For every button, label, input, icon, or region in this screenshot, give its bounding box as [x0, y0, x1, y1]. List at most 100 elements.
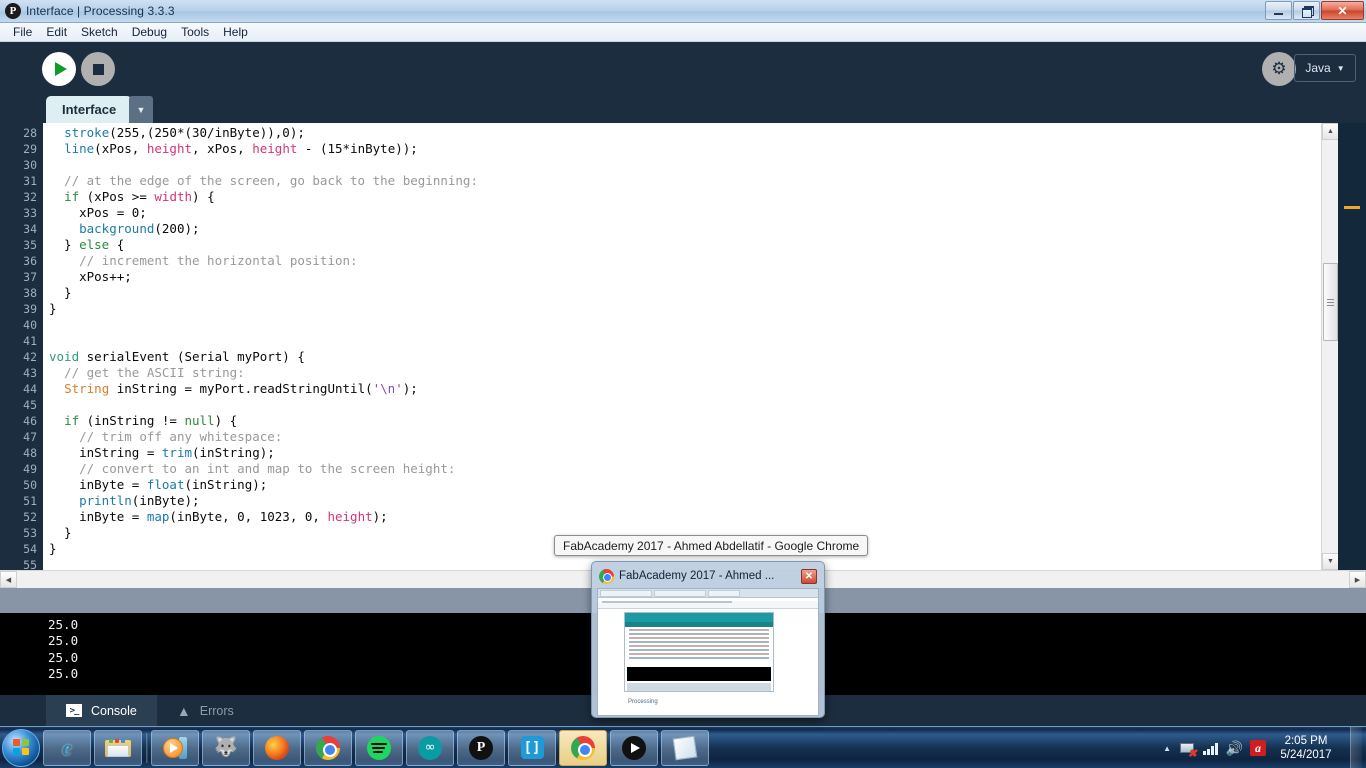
- signal-strength-icon[interactable]: [1202, 742, 1219, 755]
- volume-icon[interactable]: 🔊: [1226, 740, 1243, 757]
- taskbar-item-gimp[interactable]: 🐺: [202, 729, 250, 766]
- sketch-tab-label: Interface: [62, 102, 117, 117]
- menu-edit[interactable]: Edit: [39, 24, 74, 40]
- chrome-icon: [599, 568, 614, 584]
- mode-selector[interactable]: Java ▼: [1294, 54, 1356, 82]
- network-icon[interactable]: ✖: [1178, 740, 1197, 759]
- stop-button[interactable]: [81, 52, 115, 86]
- clock-time: 2:05 PM: [1284, 735, 1328, 747]
- editor-marker-strip[interactable]: [1338, 123, 1366, 570]
- debugger-icon: ⚙: [1271, 59, 1287, 79]
- close-button[interactable]: ✕: [1321, 1, 1364, 20]
- taskbar-item-notepad[interactable]: [661, 729, 709, 766]
- tray-overflow-icon[interactable]: ▲: [1163, 744, 1171, 753]
- avira-icon[interactable]: a: [1250, 740, 1266, 756]
- sketch-tab-interface[interactable]: Interface: [46, 96, 133, 123]
- taskbar-item-spotify[interactable]: [355, 729, 403, 766]
- taskbar-tooltip-text: FabAcademy 2017 - Ahmed Abdellatif - Goo…: [563, 538, 860, 553]
- debugger-button[interactable]: ⚙: [1262, 52, 1296, 86]
- mini-browser-page: Processing: [598, 609, 818, 715]
- code-token: float: [146, 477, 185, 492]
- taskbar-item-windows-media-player[interactable]: [151, 729, 199, 766]
- mini-embedded-screenshot: [624, 612, 774, 692]
- warning-marker-icon[interactable]: [1344, 206, 1360, 209]
- menu-help[interactable]: Help: [216, 24, 255, 40]
- menu-debug[interactable]: Debug: [125, 24, 174, 40]
- code-line[interactable]: xPos = 0;: [43, 205, 1338, 221]
- code-line[interactable]: // trim off any whitespace:: [43, 429, 1338, 445]
- vertical-scroll-thumb[interactable]: [1323, 263, 1338, 341]
- code-line[interactable]: void serialEvent (Serial myPort) {: [43, 349, 1338, 365]
- taskbar-thumbnail-preview[interactable]: FabAcademy 2017 - Ahmed ... ✕ Processing: [591, 561, 825, 718]
- code-line[interactable]: [43, 333, 1338, 349]
- taskbar-item-processing-sketch[interactable]: [610, 729, 658, 766]
- desktop-screen: P Interface | Processing 3.3.3 ✕ File Ed…: [0, 0, 1366, 768]
- code-line[interactable]: [43, 317, 1338, 333]
- tab-menu-button[interactable]: ▼: [129, 96, 153, 123]
- code-line[interactable]: [43, 397, 1338, 413]
- code-line[interactable]: line(xPos, height, xPos, height - (15*in…: [43, 141, 1338, 157]
- code-line[interactable]: xPos++;: [43, 269, 1338, 285]
- code-line[interactable]: }: [43, 301, 1338, 317]
- scroll-right-arrow-icon[interactable]: ▶: [1349, 571, 1366, 588]
- code-token: (inString);: [192, 445, 275, 460]
- code-line[interactable]: // convert to an int and map to the scre…: [43, 461, 1338, 477]
- line-number: 35: [23, 238, 37, 252]
- window-titlebar: P Interface | Processing 3.3.3 ✕: [0, 0, 1366, 23]
- code-line[interactable]: // at the edge of the screen, go back to…: [43, 173, 1338, 189]
- code-token: void: [49, 349, 80, 364]
- run-button[interactable]: [42, 52, 76, 86]
- scroll-down-arrow-icon[interactable]: ▼: [1322, 553, 1339, 570]
- code-line[interactable]: [43, 157, 1338, 173]
- code-token: }: [49, 285, 72, 300]
- taskbar-item-firefox[interactable]: [253, 729, 301, 766]
- taskbar-item-file-explorer[interactable]: [94, 729, 142, 766]
- taskbar-item-processing[interactable]: P: [457, 729, 505, 766]
- code-line[interactable]: if (inString != null) {: [43, 413, 1338, 429]
- minimize-button[interactable]: [1265, 1, 1292, 20]
- menu-tools[interactable]: Tools: [174, 24, 216, 40]
- tab-errors[interactable]: ▲ Errors: [157, 695, 254, 726]
- editor-vertical-scrollbar[interactable]: ▲ ▼: [1321, 123, 1339, 570]
- code-token: width: [154, 189, 193, 204]
- code-line[interactable]: inString = trim(inString);: [43, 445, 1338, 461]
- code-line[interactable]: inByte = map(inByte, 0, 1023, 0, height)…: [43, 509, 1338, 525]
- menu-file[interactable]: File: [6, 24, 39, 40]
- code-line[interactable]: } else {: [43, 237, 1338, 253]
- code-token: , xPos,: [192, 141, 253, 156]
- code-line[interactable]: }: [43, 285, 1338, 301]
- taskbar-item-brackets[interactable]: []: [508, 729, 556, 766]
- thumbnail-body[interactable]: Processing: [597, 588, 819, 716]
- taskbar-item-internet-explorer[interactable]: e: [43, 729, 91, 766]
- line-number: 52: [23, 510, 37, 524]
- scroll-up-arrow-icon[interactable]: ▲: [1322, 123, 1339, 140]
- tab-console[interactable]: >_ Console: [46, 695, 157, 726]
- line-number: 54: [23, 542, 37, 556]
- code-line[interactable]: println(inByte);: [43, 493, 1338, 509]
- line-number: 49: [23, 462, 37, 476]
- show-desktop-button[interactable]: [1350, 727, 1362, 768]
- code-text-area[interactable]: stroke(255,(250*(30/inByte)),0); line(xP…: [43, 123, 1338, 570]
- code-line[interactable]: background(200);: [43, 221, 1338, 237]
- code-line[interactable]: // increment the horizontal position:: [43, 253, 1338, 269]
- code-line[interactable]: // get the ASCII string:: [43, 365, 1338, 381]
- restore-button[interactable]: [1293, 1, 1320, 20]
- start-button[interactable]: [2, 728, 40, 767]
- thumbnail-close-button[interactable]: ✕: [801, 568, 817, 584]
- menu-sketch[interactable]: Sketch: [74, 24, 125, 40]
- taskbar-item-chrome[interactable]: [304, 729, 352, 766]
- line-number: 43: [23, 366, 37, 380]
- mini-browser-tabbar: [598, 589, 818, 598]
- code-editor[interactable]: 28 29 30 31 32 33 34 35 36 37 38 39 40 41 42 43 44 45 46 47…: [0, 123, 1366, 572]
- code-line[interactable]: inByte = float(inString);: [43, 477, 1338, 493]
- code-line[interactable]: if (xPos >= width) {: [43, 189, 1338, 205]
- code-line[interactable]: String inString = myPort.readStringUntil…: [43, 381, 1338, 397]
- taskbar-item-chrome-window[interactable]: [559, 729, 607, 766]
- code-token: (xPos,: [94, 141, 147, 156]
- clock[interactable]: 2:05 PM 5/24/2017: [1273, 734, 1339, 762]
- code-line[interactable]: stroke(255,(250*(30/inByte)),0);: [43, 125, 1338, 141]
- scroll-left-arrow-icon[interactable]: ◀: [0, 571, 17, 588]
- taskbar-item-arduino[interactable]: ∞: [406, 729, 454, 766]
